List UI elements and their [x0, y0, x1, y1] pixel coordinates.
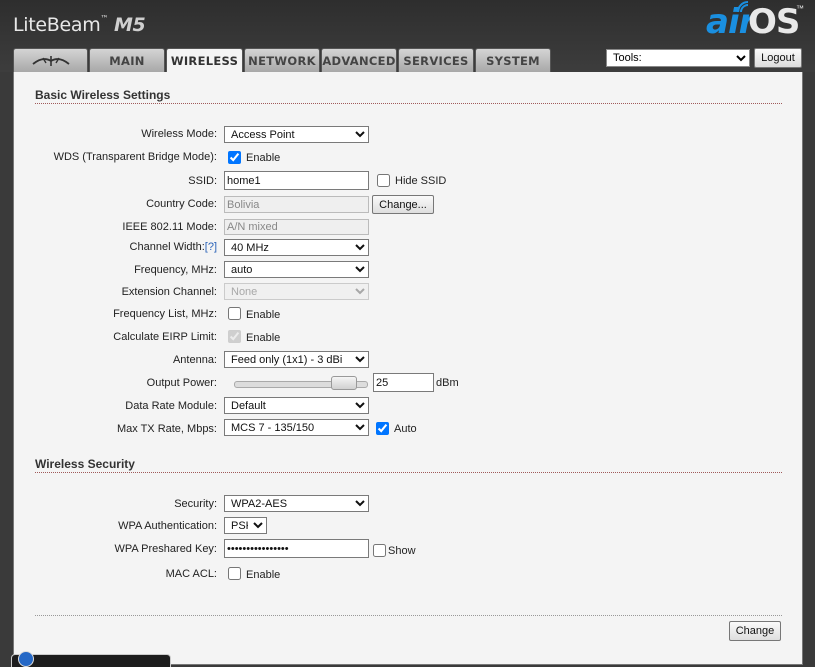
channel-width-select[interactable]: 40 MHz — [224, 239, 369, 256]
tab-main[interactable]: MAIN — [89, 48, 165, 72]
product-name: LiteBeam — [13, 14, 101, 36]
wpa-auth-select[interactable]: PSK — [224, 517, 267, 534]
tab-wireless[interactable]: WIRELESS — [166, 48, 243, 73]
frequency-list-label: Frequency List, MHz: — [113, 308, 217, 320]
country-code-label: Country Code: — [146, 198, 217, 210]
tools-select[interactable]: Tools: — [606, 49, 750, 67]
change-country-button[interactable]: Change... — [372, 195, 434, 214]
show-key-label: Show — [388, 545, 416, 557]
basic-wireless-settings-title: Basic Wireless Settings — [35, 88, 171, 102]
tab-services[interactable]: SERVICES — [398, 48, 474, 72]
channel-width-label-text: Channel Width: — [129, 241, 205, 253]
ieee-mode-field — [224, 219, 369, 235]
mac-acl-enable-label: Enable — [246, 569, 281, 581]
footer-badge — [11, 651, 171, 667]
security-label: Security: — [174, 498, 217, 510]
hide-ssid-label: Hide SSID — [395, 175, 447, 187]
ssid-label: SSID: — [188, 175, 217, 187]
max-tx-auto-checkbox[interactable] — [376, 422, 389, 435]
wpa-key-label: WPA Preshared Key: — [114, 543, 217, 555]
wpa-auth-label: WPA Authentication: — [118, 520, 217, 532]
mac-acl-checkbox[interactable] — [228, 567, 241, 580]
wds-enable-checkbox[interactable] — [228, 151, 241, 164]
ubiquiti-logo-icon — [31, 56, 70, 66]
eirp-limit-checkbox — [228, 330, 241, 343]
country-code-field — [224, 196, 369, 213]
wpa-key-input[interactable] — [224, 539, 369, 558]
security-select[interactable]: WPA2-AES — [224, 495, 369, 512]
tab-ubiquiti-logo[interactable] — [13, 48, 88, 72]
section-divider — [35, 472, 782, 473]
data-rate-module-select[interactable]: Default — [224, 397, 369, 414]
antenna-select[interactable]: Feed only (1x1) - 3 dBi — [224, 351, 369, 368]
settings-panel: Basic Wireless Settings Wireless Mode: A… — [13, 72, 803, 665]
wireless-security-title: Wireless Security — [35, 457, 135, 471]
wireless-mode-label: Wireless Mode: — [141, 128, 217, 140]
ssid-input[interactable] — [224, 171, 369, 190]
tab-network[interactable]: NETWORK — [244, 48, 320, 72]
mac-acl-label: MAC ACL: — [165, 568, 217, 580]
ieee-mode-label: IEEE 802.11 Mode: — [122, 221, 217, 233]
antenna-label: Antenna: — [172, 354, 217, 366]
product-model: M5 — [113, 14, 146, 36]
brand-tm: ™ — [796, 4, 804, 13]
data-rate-module-label: Data Rate Module: — [125, 400, 217, 412]
frequency-list-enable-label: Enable — [246, 309, 281, 321]
show-key-checkbox[interactable] — [373, 544, 386, 557]
output-power-label: Output Power: — [146, 377, 217, 389]
channel-width-help-link[interactable]: [?] — [205, 241, 217, 253]
tab-system[interactable]: SYSTEM — [475, 48, 551, 72]
max-tx-rate-label: Max TX Rate, Mbps: — [116, 423, 217, 435]
wds-label: WDS (Transparent Bridge Mode): — [53, 151, 217, 163]
section-divider — [35, 103, 782, 104]
wireless-mode-select[interactable]: Access Point — [224, 126, 369, 143]
output-power-unit: dBm — [436, 377, 459, 389]
tab-advanced[interactable]: ADVANCED — [321, 48, 397, 72]
header-bar: LiteBeam™ M5 air OS ™ MAIN WIRELESS NETW… — [0, 0, 815, 73]
eirp-limit-enable-label: Enable — [246, 332, 281, 344]
logout-button[interactable]: Logout — [754, 48, 802, 68]
channel-width-label: Channel Width:[?] — [130, 241, 217, 253]
product-tm: ™ — [100, 14, 109, 23]
max-tx-rate-select[interactable]: MCS 7 - 135/150 — [224, 419, 369, 436]
frequency-select[interactable]: auto — [224, 261, 369, 278]
footer-divider — [35, 615, 782, 616]
extension-channel-label: Extension Channel: — [121, 286, 217, 298]
max-tx-auto-label: Auto — [394, 423, 417, 435]
brand-os: OS — [748, 2, 800, 42]
frequency-list-checkbox[interactable] — [228, 307, 241, 320]
product-logo: LiteBeam™ M5 — [13, 14, 146, 36]
extension-channel-select: None — [224, 283, 369, 300]
change-button[interactable]: Change — [729, 621, 781, 641]
output-power-input[interactable] — [373, 373, 434, 392]
hide-ssid-checkbox[interactable] — [377, 174, 390, 187]
frequency-label: Frequency, MHz: — [134, 264, 217, 276]
wds-enable-label: Enable — [246, 152, 281, 164]
eirp-limit-label: Calculate EIRP Limit: — [113, 331, 217, 343]
output-power-slider-handle[interactable] — [331, 376, 358, 390]
